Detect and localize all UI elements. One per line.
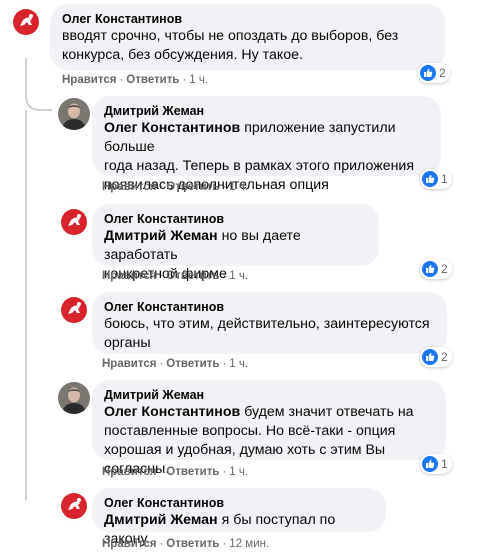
comment-line: поставленные вопросы. Но всё-таки - опци… — [104, 423, 396, 439]
comment-actions: Нравится · Ответить · 12 мин. — [102, 538, 270, 550]
reaction-count[interactable]: 1 — [420, 169, 452, 189]
user-photo-icon[interactable] — [58, 382, 90, 414]
comment-bubble: Олег Константинов Дмитрий Жеман но вы да… — [92, 204, 379, 282]
comment-bubble: Олег Константинов вводят срочно, чтобы н… — [50, 4, 445, 70]
comment-author[interactable]: Олег Константинов — [104, 211, 367, 227]
user-photo-icon[interactable] — [58, 98, 90, 130]
comment-time[interactable]: 1 ч. — [189, 74, 208, 86]
comment-line: органы — [104, 335, 151, 351]
comment-text: вводят срочно, чтобы не опоздать до выбо… — [62, 27, 433, 65]
like-button[interactable]: Нравится — [102, 270, 156, 282]
reaction-number: 2 — [441, 350, 448, 364]
comment-time[interactable]: 12 мин. — [229, 538, 269, 550]
pahonia-emblem-icon[interactable] — [58, 294, 90, 326]
comment-author[interactable]: Дмитрий Жеман — [104, 387, 434, 403]
mention-link[interactable]: Олег Константинов — [104, 404, 240, 420]
comment-actions: Нравится · Ответить · 1 ч. — [102, 358, 249, 370]
comment-actions: Нравится · Ответить · 1 ч. — [62, 74, 209, 86]
reply-button[interactable]: Ответить — [126, 74, 179, 86]
comment-time[interactable]: 1 ч. — [229, 466, 248, 478]
reaction-number: 2 — [441, 262, 448, 276]
like-button[interactable]: Нравится — [102, 538, 156, 550]
comment-time[interactable]: 1 ч. — [229, 270, 248, 282]
like-button[interactable]: Нравится — [102, 466, 156, 478]
reaction-count[interactable]: 2 — [418, 63, 450, 83]
comment-actions: Нравится · Ответить · 1 ч. — [102, 270, 249, 282]
comment-time[interactable]: 1 ч. — [229, 358, 248, 370]
comment-bubble: Олег Константинов боюсь, что этим, дейст… — [92, 292, 447, 354]
reply-button[interactable]: Ответить — [166, 538, 219, 550]
reaction-number: 2 — [439, 66, 446, 80]
reply-button[interactable]: Ответить — [166, 358, 219, 370]
reaction-count[interactable]: 2 — [420, 347, 452, 367]
mention-link[interactable]: Дмитрий Жеман — [104, 228, 218, 244]
thumbs-up-icon — [422, 456, 438, 472]
comment-bubble: Дмитрий Жеман Олег Константинов будем зн… — [92, 380, 446, 477]
comment-line: боюсь, что этим, действительно, заинтере… — [104, 316, 430, 332]
reaction-count[interactable]: 1 — [420, 454, 452, 474]
comment-line: будем значит отвечать на — [240, 404, 414, 420]
thumbs-up-icon — [422, 171, 438, 187]
thumbs-up-icon — [422, 349, 438, 365]
comment-author[interactable]: Олег Константинов — [104, 495, 374, 511]
comment-author[interactable]: Олег Константинов — [104, 299, 435, 315]
pahonia-emblem-icon[interactable] — [58, 206, 90, 238]
like-button[interactable]: Нравится — [62, 74, 116, 86]
thumbs-up-icon — [422, 261, 438, 277]
comment-text: боюсь, что этим, действительно, заинтере… — [104, 315, 435, 353]
pahonia-emblem-icon[interactable] — [10, 6, 42, 38]
comment-line: конкурса, без обсуждения. Ну такое. — [62, 47, 303, 63]
comment-time[interactable]: 1 ч. — [229, 181, 248, 193]
comment-line: вводят срочно, чтобы не опоздать до выбо… — [62, 28, 399, 44]
comment-actions: Нравится · Ответить · 1 ч. — [102, 181, 249, 193]
comment-line: года назад. Теперь в рамках этого прилож… — [104, 158, 415, 174]
reply-button[interactable]: Ответить — [166, 466, 219, 478]
comment-actions: Нравится · Ответить · 1 ч. — [102, 466, 249, 478]
comment-bubble: Олег Константинов Дмитрий Жеман я бы пос… — [92, 488, 386, 547]
mention-link[interactable]: Дмитрий Жеман — [104, 512, 218, 528]
mention-link[interactable]: Олег Константинов — [104, 120, 240, 136]
reply-button[interactable]: Ответить — [166, 270, 219, 282]
pahonia-emblem-icon[interactable] — [58, 490, 90, 522]
reaction-count[interactable]: 2 — [420, 259, 452, 279]
like-button[interactable]: Нравится — [102, 181, 156, 193]
reaction-number: 1 — [441, 172, 448, 186]
thumbs-up-icon — [420, 65, 436, 81]
reaction-number: 1 — [441, 457, 448, 471]
like-button[interactable]: Нравится — [102, 358, 156, 370]
comment-author[interactable]: Дмитрий Жеман — [104, 103, 429, 119]
reply-button[interactable]: Ответить — [166, 181, 219, 193]
comment-bubble: Дмитрий Жеман Олег Константинов приложен… — [92, 96, 441, 193]
comment-author[interactable]: Олег Константинов — [62, 11, 433, 27]
